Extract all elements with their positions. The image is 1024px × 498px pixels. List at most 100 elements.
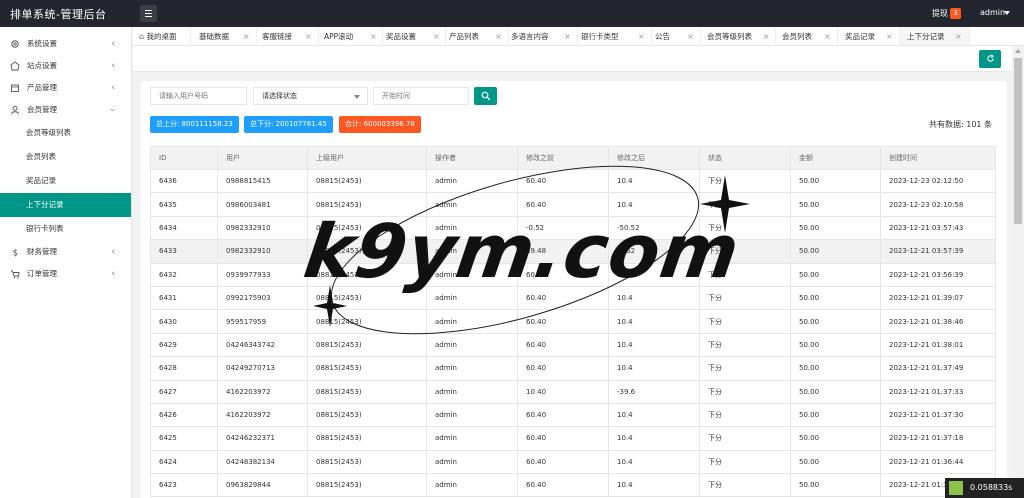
- tab-multilang-content[interactable]: 多语言内容 ×: [509, 27, 578, 45]
- table-row: 6426 4162203972 08815(2453) admin 60.40 10.4 下…: [150, 402, 996, 428]
- col-header-operator: 操作者: [426, 146, 518, 170]
- sidebar-item-member-management[interactable]: 会员管理 ‹: [0, 99, 131, 121]
- status-select[interactable]: 请选择状态: [253, 87, 368, 105]
- close-icon[interactable]: ×: [564, 27, 571, 45]
- table-cell: 04248382134: [217, 449, 308, 475]
- tab-product-list[interactable]: 产品列表 ×: [446, 27, 509, 45]
- table-cell: 60.40: [517, 356, 609, 381]
- sidebar-item-order-management[interactable]: 订单管理 ‹: [0, 263, 131, 285]
- caret-down-icon[interactable]: [1004, 11, 1010, 15]
- sidebar-item-label: 系统设置: [27, 39, 57, 48]
- col-header-user: 用户: [217, 146, 308, 170]
- sidebar-item-label: 产品管理: [27, 83, 57, 92]
- close-icon[interactable]: ×: [243, 27, 250, 45]
- table-cell: 0988815415: [217, 168, 308, 194]
- table-cell: 50.00: [790, 402, 881, 428]
- admin-user-menu[interactable]: admin: [980, 8, 1005, 17]
- tab-prize-settings[interactable]: 奖品设置 ×: [383, 27, 446, 45]
- debug-timing-badge: 0.058833s: [945, 478, 1024, 498]
- scroll-up-icon[interactable]: [1015, 49, 1021, 53]
- start-time-input[interactable]: [373, 87, 469, 105]
- table-cell: 6431: [150, 285, 218, 311]
- close-icon[interactable]: ×: [305, 27, 312, 45]
- app-title: 排单系统-管理后台: [10, 8, 107, 21]
- refresh-button[interactable]: [979, 50, 1001, 68]
- table-cell: 下分: [699, 332, 791, 358]
- page-tabs: ⌂ 我的桌面 基础数据 × 客服链接 × APP滚动 × 奖品设置 × 产品列表…: [133, 27, 1024, 46]
- scrollbar-thumb[interactable]: [1014, 58, 1022, 224]
- debug-icon: [949, 481, 963, 495]
- close-icon[interactable]: ×: [763, 27, 770, 45]
- sidebar-sub-member-list[interactable]: 会员列表: [0, 145, 131, 169]
- sidebar-item-site-settings[interactable]: 站点设置 ‹: [0, 55, 131, 77]
- close-icon[interactable]: ×: [955, 27, 962, 45]
- table-cell: 2023-12-21 01:37:33: [880, 379, 996, 404]
- search-button[interactable]: [474, 87, 497, 105]
- close-icon[interactable]: ×: [824, 27, 831, 45]
- tab-member-levels[interactable]: 会员等级列表 ×: [701, 27, 776, 45]
- table-cell: 下分: [699, 379, 791, 404]
- table-cell: 2023-12-21 03:57:43: [880, 215, 996, 241]
- table-cell: 08815(2453): [307, 426, 427, 451]
- table-cell: 6435: [150, 192, 218, 217]
- close-icon[interactable]: ×: [370, 27, 377, 45]
- table-cell: 10.40: [517, 379, 609, 404]
- withdraw-link[interactable]: 提现: [932, 8, 948, 19]
- table-row: 6425 04246232371 08815(2453) admin 60.40 10.4…: [150, 426, 996, 451]
- table-cell: 10.4: [608, 426, 700, 451]
- search-icon: [481, 91, 491, 101]
- table-row: 6427 4162203972 08815(2453) admin 10.40 -39.6…: [150, 379, 996, 404]
- tab-label: 会员列表: [782, 32, 812, 41]
- tab-basic-data[interactable]: 基础数据 ×: [191, 27, 257, 45]
- table-row: 6428 04249270713 08815(2453) admin 60.40 10.4…: [150, 356, 996, 381]
- sidebar-item-system-settings[interactable]: 系统设置 ‹: [0, 33, 131, 55]
- chevron-left-icon: ‹: [111, 269, 115, 279]
- table-cell: 0982332910: [217, 215, 308, 241]
- table-cell: 6425: [150, 426, 218, 451]
- col-header-before: 修改之前: [517, 146, 609, 170]
- table-row: 6429 04246343742 08815(2453) admin 60.40 10.4…: [150, 332, 996, 358]
- sidebar-item-label: 会员管理: [27, 105, 57, 114]
- watermark-text: k9ym.com: [298, 209, 746, 295]
- tab-my-desktop[interactable]: ⌂ 我的桌面: [133, 27, 191, 45]
- close-icon[interactable]: ×: [687, 27, 694, 45]
- table-cell: 08815(2453): [307, 473, 427, 498]
- table-cell: 6424: [150, 449, 218, 475]
- table-cell: 50.00: [790, 215, 881, 241]
- table-cell: 6426: [150, 402, 218, 428]
- tab-label: 会员等级列表: [707, 32, 752, 41]
- tab-app-scroll[interactable]: APP滚动 ×: [319, 27, 383, 45]
- table-cell: 6432: [150, 262, 218, 287]
- timing-value: 0.058833s: [970, 483, 1013, 492]
- table-cell: 6430: [150, 309, 218, 334]
- sidebar-item-finance-management[interactable]: $ 财务管理 ‹: [0, 241, 131, 263]
- page-scrollbar[interactable]: [1012, 46, 1024, 498]
- gear-icon: [11, 40, 19, 48]
- tab-points-records[interactable]: 上下分记录 ×: [900, 27, 970, 45]
- sidebar-sub-prize-records[interactable]: 奖品记录: [0, 169, 131, 193]
- table-cell: 50.00: [790, 356, 881, 381]
- tab-bank-card-type[interactable]: 银行卡类型 ×: [578, 27, 652, 45]
- sidebar-sub-member-levels[interactable]: 会员等级列表: [0, 121, 131, 145]
- table-cell: 2023-12-21 01:39:07: [880, 285, 996, 311]
- tab-prize-records[interactable]: 奖品记录 ×: [838, 27, 900, 45]
- sidebar-sub-points-records[interactable]: 上下分记录: [0, 193, 131, 217]
- menu-toggle-button[interactable]: [140, 5, 157, 22]
- phone-search-input[interactable]: [150, 87, 247, 105]
- close-icon[interactable]: ×: [495, 27, 502, 45]
- table-cell: 50.00: [790, 192, 881, 217]
- table-cell: 下分: [699, 168, 791, 194]
- table-cell: 6434: [150, 215, 218, 241]
- sidebar-sub-bank-card-list[interactable]: 银行卡列表: [0, 217, 131, 241]
- close-icon[interactable]: ×: [886, 27, 893, 45]
- tab-member-list[interactable]: 会员列表 ×: [776, 27, 838, 45]
- tab-label: 上下分记录: [907, 32, 945, 41]
- tab-label: 奖品设置: [386, 32, 416, 41]
- close-icon[interactable]: ×: [433, 27, 440, 45]
- product-icon: [11, 84, 19, 92]
- sidebar-item-product-management[interactable]: 产品管理 ‹: [0, 77, 131, 99]
- close-icon[interactable]: ×: [638, 27, 645, 45]
- tab-announcement[interactable]: 公告 ×: [652, 27, 701, 45]
- table-cell: admin: [426, 309, 518, 334]
- tab-customer-service-link[interactable]: 客服链接 ×: [257, 27, 319, 45]
